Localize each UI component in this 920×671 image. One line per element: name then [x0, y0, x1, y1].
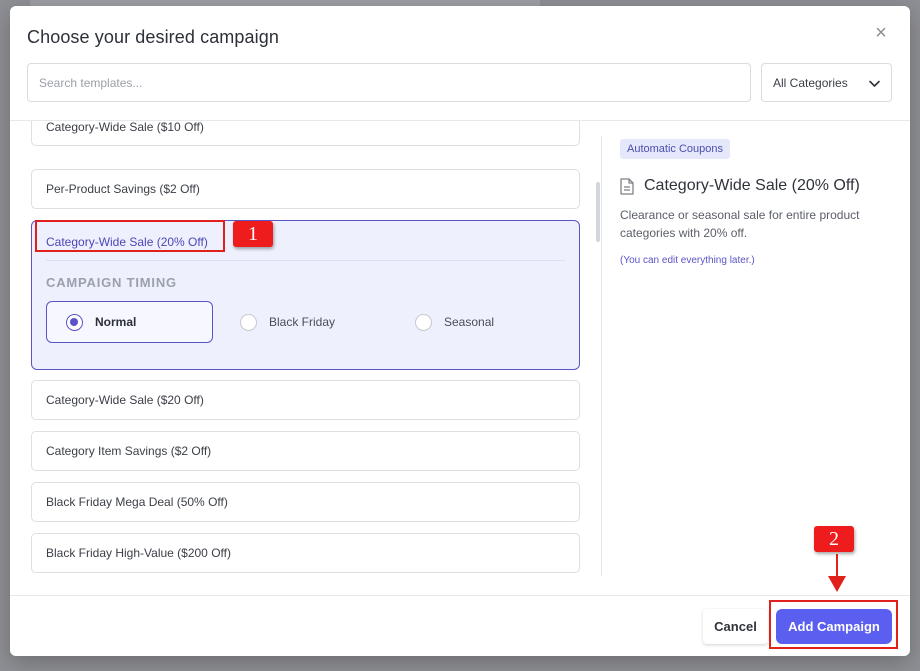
- preview-title-row: Category-Wide Sale (20% Off): [620, 177, 860, 195]
- campaign-timing-label: CAMPAIGN TIMING: [46, 275, 177, 290]
- template-item[interactable]: Black Friday Mega Deal (50% Off): [31, 482, 580, 522]
- modal-title: Choose your desired campaign: [27, 27, 279, 47]
- search-input[interactable]: [27, 63, 751, 102]
- template-item[interactable]: Category-Wide Sale ($20 Off): [31, 380, 580, 420]
- selected-divider: [46, 260, 565, 261]
- preview-description: Clearance or seasonal sale for entire pr…: [620, 208, 860, 240]
- radio-unselected-icon: [415, 313, 432, 331]
- selected-template-title: Category-Wide Sale (20% Off): [46, 235, 208, 249]
- template-item[interactable]: Black Friday High-Value ($200 Off): [31, 533, 580, 573]
- template-item[interactable]: Per-Product Savings ($2 Off): [31, 169, 580, 209]
- list-scrollbar[interactable]: [596, 182, 600, 242]
- radio-unselected-icon: [240, 313, 257, 331]
- arrow-down-icon: [828, 576, 846, 592]
- close-icon[interactable]: ×: [872, 23, 890, 43]
- template-preview: Automatic Coupons Category-Wide Sale (20…: [602, 121, 910, 591]
- template-item-selected[interactable]: Category-Wide Sale (20% Off) CAMPAIGN TI…: [31, 220, 580, 370]
- preview-tag: Automatic Coupons: [620, 139, 730, 159]
- timing-option-normal[interactable]: Normal: [46, 301, 213, 343]
- timing-option-black-friday[interactable]: Black Friday: [221, 301, 388, 343]
- annotation-badge-2: 2: [814, 526, 854, 552]
- timing-option-seasonal[interactable]: Seasonal: [396, 301, 563, 343]
- document-icon: [620, 177, 634, 195]
- chevron-down-icon: [869, 80, 880, 87]
- template-list[interactable]: Category-Wide Sale ($10 Off) Per-Product…: [10, 121, 602, 595]
- preview-note: (You can edit everything later.): [620, 255, 755, 266]
- cancel-button[interactable]: Cancel: [703, 609, 768, 644]
- category-select[interactable]: All Categories: [761, 63, 892, 102]
- template-item[interactable]: Category-Wide Sale ($10 Off): [31, 121, 580, 146]
- annotation-badge-1: 1: [233, 221, 273, 247]
- category-select-value: All Categories: [773, 75, 848, 90]
- radio-selected-icon: [66, 313, 83, 331]
- add-campaign-button[interactable]: Add Campaign: [776, 609, 892, 644]
- footer-divider: [10, 595, 910, 596]
- preview-title: Category-Wide Sale (20% Off): [644, 177, 860, 194]
- campaign-modal: Choose your desired campaign × All Categ…: [10, 6, 910, 656]
- template-item[interactable]: Category Item Savings ($2 Off): [31, 431, 580, 471]
